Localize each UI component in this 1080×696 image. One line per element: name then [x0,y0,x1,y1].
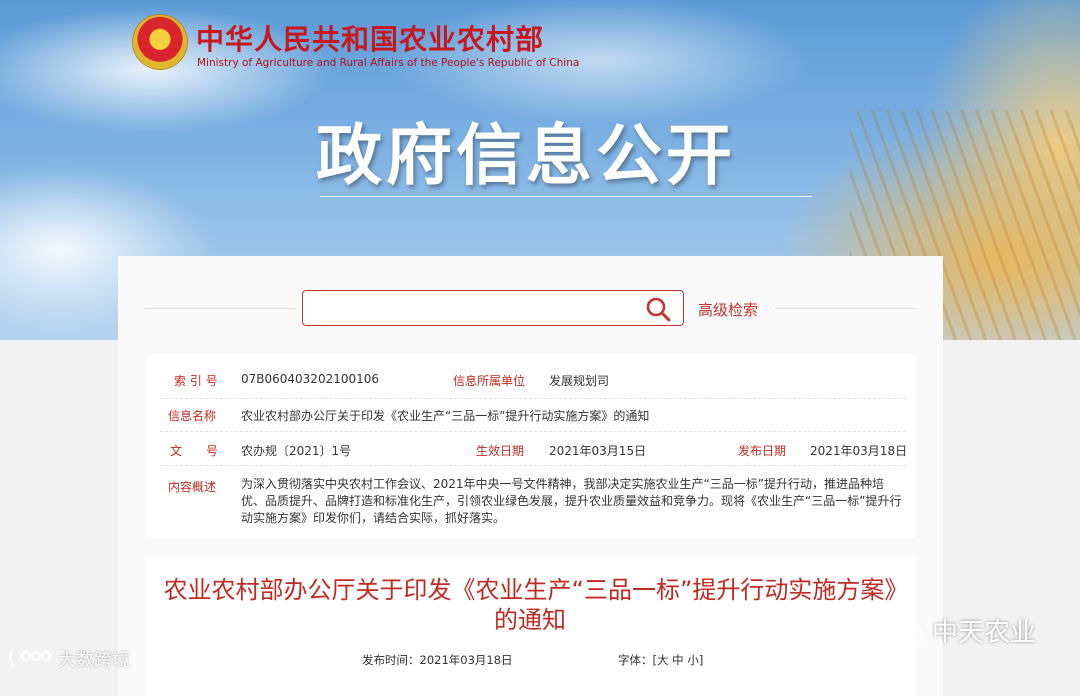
index-value: 07B060403202100106 [241,372,380,386]
unit-label: 信息所属单位 [453,374,526,388]
watermark-right: 中天农业 [884,612,1036,649]
section-title: 政府信息公开 [316,117,736,194]
summary-text: 为深入贯彻落实中央农村工作会议、2021年中央一号文件精神，我部决定实施农业生产… [241,477,902,525]
meta-row-divider [160,431,906,432]
name-value: 农业农村部办公厅关于印发《农业生产“三品一标”提升行动实施方案》的通知 [241,409,650,423]
search-box [302,290,684,326]
font-bracket-close: ] [698,653,704,667]
watermark-left: 大数跨境 [6,646,130,672]
title-divider [320,196,812,197]
effective-date-label: 生效日期 [476,444,525,458]
unit-value: 发展规划司 [549,374,610,388]
watermark-right-text: 中天农业 [932,618,1037,648]
publish-date-label: 发布日期 [738,444,787,458]
font-size-large[interactable]: 大 [657,653,669,667]
logo-icon [9,650,51,668]
emblem-icon [133,15,187,69]
effective-date-value: 2021年03月15日 [549,444,647,458]
search-divider-right [775,308,915,309]
ministry-name-cn: 中华人民共和国农业农村部 [196,23,545,56]
publish-time: 发布时间：2021年03月18日 [362,653,513,667]
article-title: 农业农村部办公厅关于印发《农业生产“三品一标”提升行动实施方案》的通知 [163,576,897,634]
summary-label: 内容概述 [168,480,217,494]
ministry-name-en: Ministry of Agriculture and Rural Affair… [197,57,580,69]
font-size-small[interactable]: 小 [687,653,699,667]
font-size-medium[interactable]: 中 [672,653,684,667]
publish-date-value: 2021年03月18日 [810,444,908,458]
name-label: 信息名称 [168,409,217,423]
wechat-icon [884,615,924,645]
search-divider-left [145,308,295,309]
doc-number-value: 农办规〔2021〕1号 [241,444,352,458]
font-size-label: 字体： [618,653,653,667]
font-size-selector: 字体：[大 中 小] [618,652,703,668]
meta-row-divider [160,465,906,466]
advanced-search-link[interactable]: 高级检索 [698,299,758,320]
search-input[interactable] [311,296,635,322]
search-icon[interactable] [645,296,671,322]
doc-number-label: 文 号 [170,444,219,458]
meta-row-divider [160,398,906,399]
index-label: 索 引 号 [174,374,218,388]
watermark-left-text: 大数跨境 [58,650,130,671]
